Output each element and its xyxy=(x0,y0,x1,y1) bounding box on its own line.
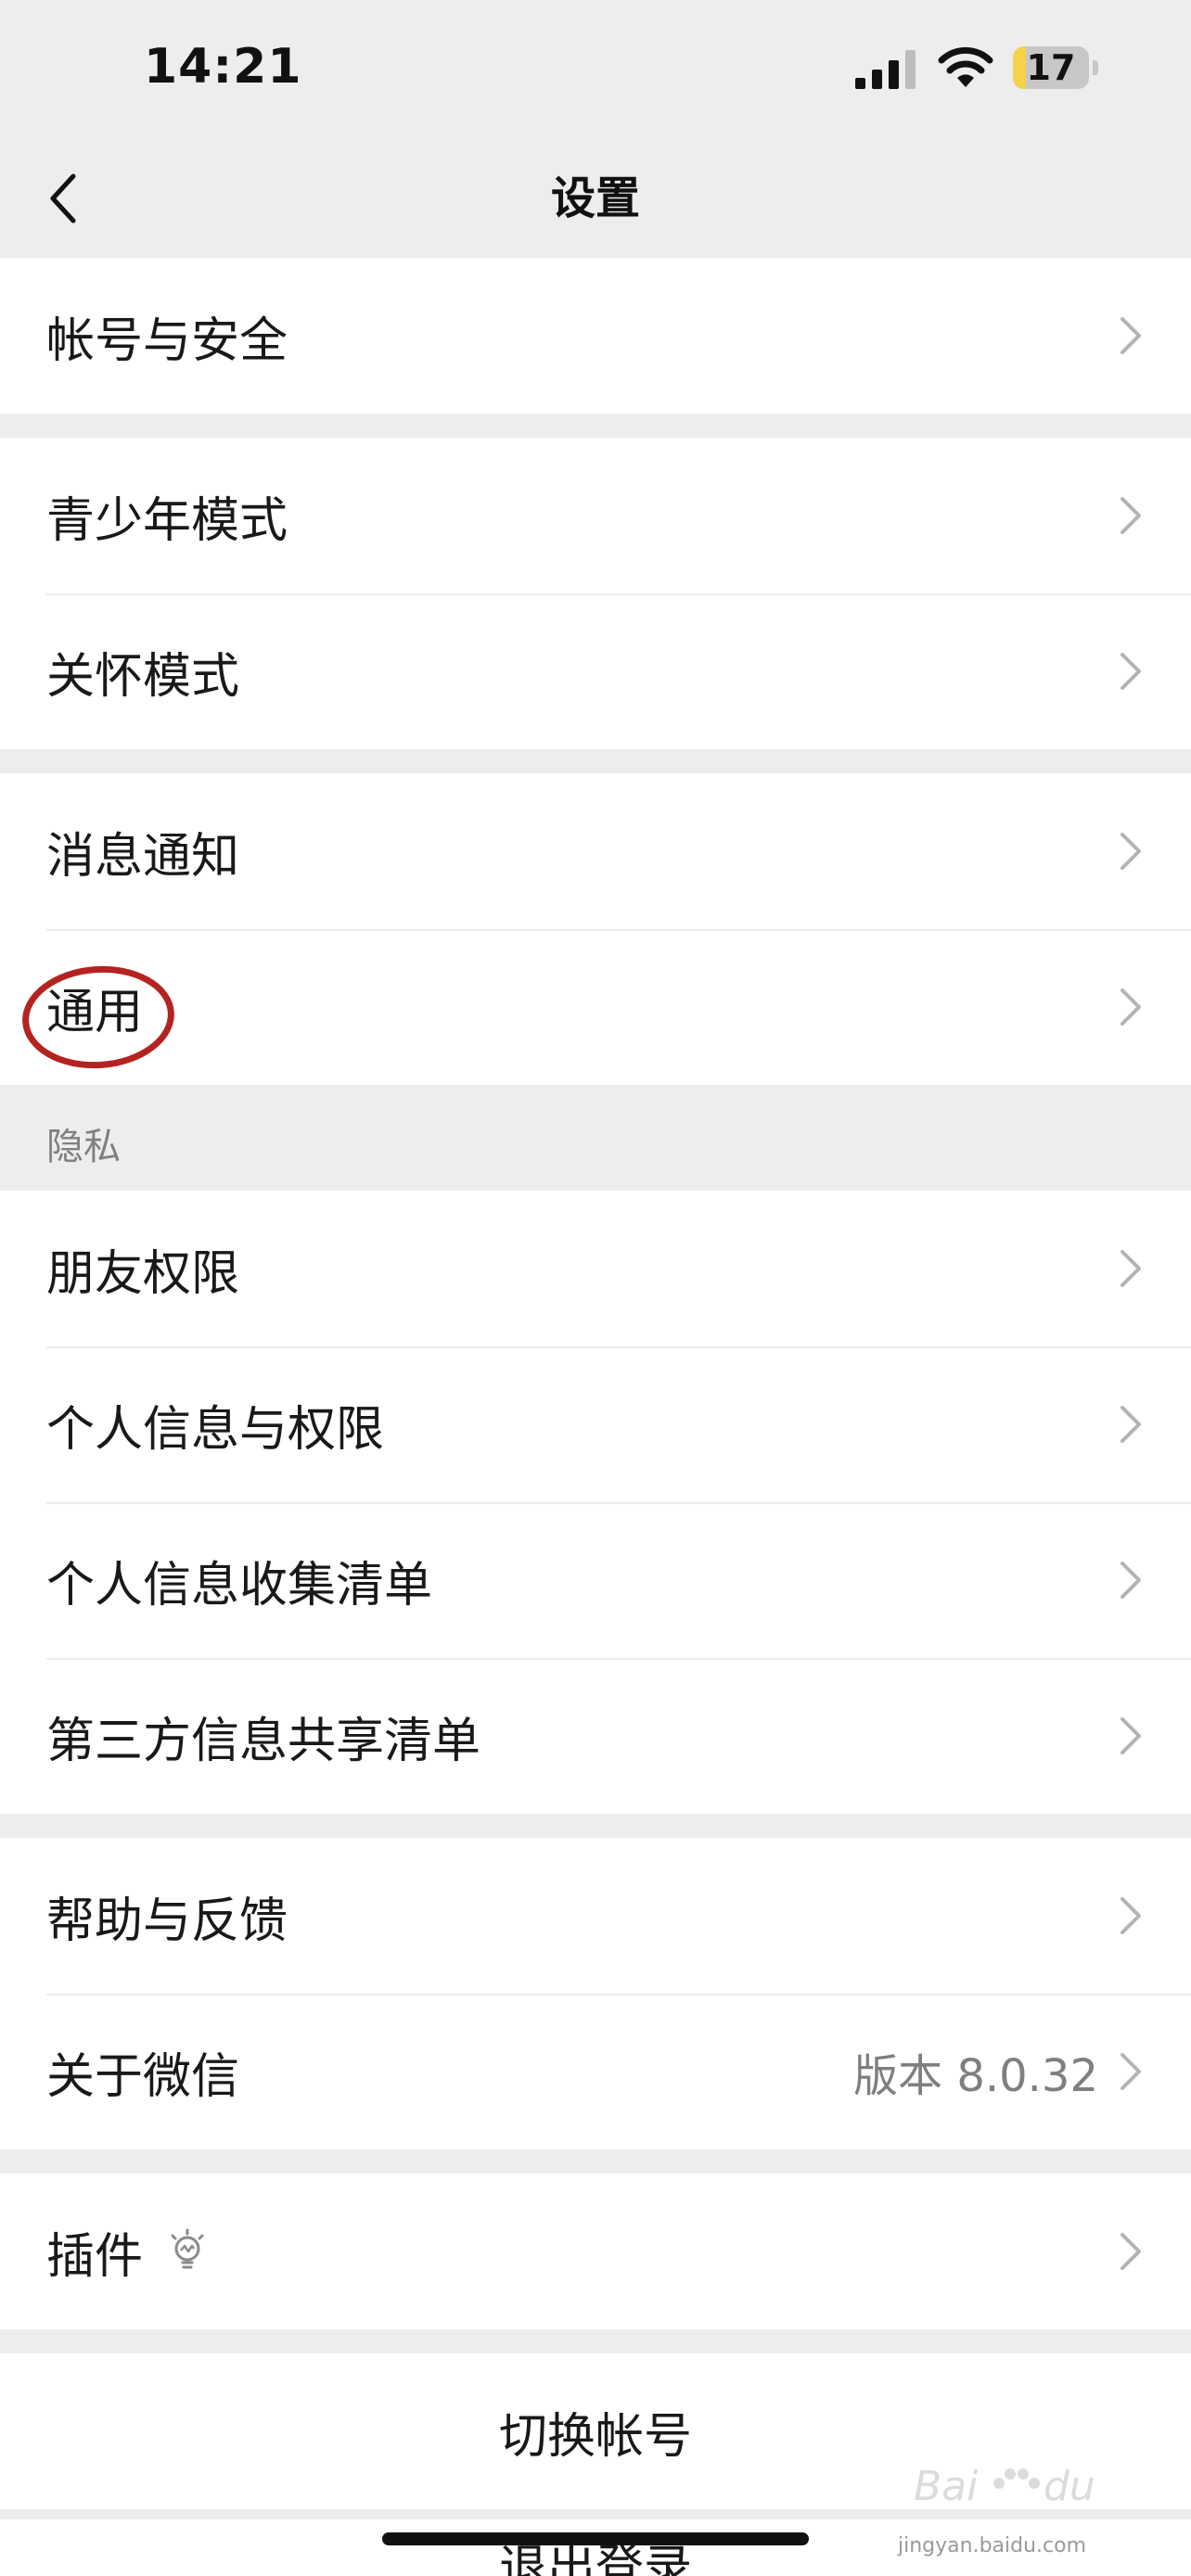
chevron-right-icon xyxy=(1121,988,1141,1026)
battery-level: 17 xyxy=(1026,47,1076,88)
chevron-right-icon xyxy=(1121,2233,1141,2270)
chevron-right-icon xyxy=(1121,1562,1141,1599)
chevron-right-icon xyxy=(1121,1897,1141,1934)
status-bar: 14:21 17 xyxy=(0,0,1191,139)
chevron-right-icon xyxy=(1121,833,1141,870)
row-label: 个人信息与权限 xyxy=(46,1401,385,1458)
watermark-text: jingyan.baidu.com xyxy=(898,2534,1087,2557)
chevron-right-icon xyxy=(1121,1717,1141,1754)
about-wechat-row[interactable]: 关于微信 版本 8.0.32 xyxy=(0,1994,1191,2149)
general-row[interactable]: 通用 xyxy=(0,929,1191,1085)
status-time: 14:21 xyxy=(144,39,302,95)
baidu-watermark-logo: Bai du xyxy=(914,2463,1095,2510)
general-group: 消息通知 通用 xyxy=(0,773,1191,1085)
settings-screen: 14:21 17 设置 帐号与安全 青少年模式 关怀模式 消息通知 通用 隐私 … xyxy=(0,0,1191,2576)
privacy-section-header: 隐私 xyxy=(0,1085,1191,1191)
page-title: 设置 xyxy=(550,172,640,224)
modes-group: 青少年模式 关怀模式 xyxy=(0,438,1191,749)
signal-icon xyxy=(855,50,916,89)
svg-text:du: du xyxy=(1044,2463,1095,2510)
row-label: 个人信息收集清单 xyxy=(46,1557,433,1613)
row-label: 青少年模式 xyxy=(46,492,288,549)
plugins-row[interactable]: 插件 xyxy=(0,2174,1191,2329)
back-chevron-icon xyxy=(50,173,76,223)
chevron-right-icon xyxy=(1121,1406,1141,1443)
version-value: 版本 8.0.32 xyxy=(853,2050,1098,2102)
back-button[interactable] xyxy=(26,163,100,234)
help-feedback-row[interactable]: 帮助与反馈 xyxy=(0,1838,1191,1994)
row-label: 消息通知 xyxy=(46,828,240,885)
battery-icon: 17 xyxy=(1013,46,1098,89)
row-label: 插件 xyxy=(46,2228,144,2285)
chevron-right-icon xyxy=(1121,497,1141,534)
help-group: 帮助与反馈 关于微信 版本 8.0.32 xyxy=(0,1838,1191,2149)
third-party-sharing-row[interactable]: 第三方信息共享清单 xyxy=(0,1658,1191,1814)
home-indicator xyxy=(382,2532,809,2545)
plugin-bulb-icon xyxy=(171,2228,204,2269)
chevron-right-icon xyxy=(1121,2053,1141,2090)
privacy-group: 朋友权限 个人信息与权限 个人信息收集清单 第三方信息共享清单 xyxy=(0,1191,1191,1814)
switch-account-label: 切换帐号 xyxy=(498,2408,692,2465)
account-group: 帐号与安全 xyxy=(0,258,1191,414)
row-label: 关于微信 xyxy=(46,2048,240,2105)
row-label: 第三方信息共享清单 xyxy=(46,1713,481,1769)
row-label: 朋友权限 xyxy=(46,1245,240,1302)
row-label: 帮助与反馈 xyxy=(46,1893,288,1949)
svg-text:Bai: Bai xyxy=(914,2463,979,2510)
plugins-group: 插件 xyxy=(0,2174,1191,2329)
notifications-row[interactable]: 消息通知 xyxy=(0,773,1191,929)
row-label: 通用 xyxy=(46,984,144,1040)
chevron-right-icon xyxy=(1121,653,1141,690)
wifi-icon xyxy=(938,46,993,87)
row-label: 帐号与安全 xyxy=(46,312,288,369)
personal-info-collection-row[interactable]: 个人信息收集清单 xyxy=(0,1502,1191,1658)
account-security-row[interactable]: 帐号与安全 xyxy=(0,258,1191,414)
row-label: 关怀模式 xyxy=(46,648,240,705)
personal-info-permissions-row[interactable]: 个人信息与权限 xyxy=(0,1346,1191,1502)
friend-permissions-row[interactable]: 朋友权限 xyxy=(0,1191,1191,1346)
care-mode-row[interactable]: 关怀模式 xyxy=(0,593,1191,749)
nav-bar: 设置 xyxy=(0,139,1191,258)
teen-mode-row[interactable]: 青少年模式 xyxy=(0,438,1191,593)
chevron-right-icon xyxy=(1121,317,1141,354)
settings-list: 帐号与安全 青少年模式 关怀模式 消息通知 通用 隐私 朋友权限 个人信息与权限… xyxy=(0,258,1191,2509)
chevron-right-icon xyxy=(1121,1250,1141,1287)
